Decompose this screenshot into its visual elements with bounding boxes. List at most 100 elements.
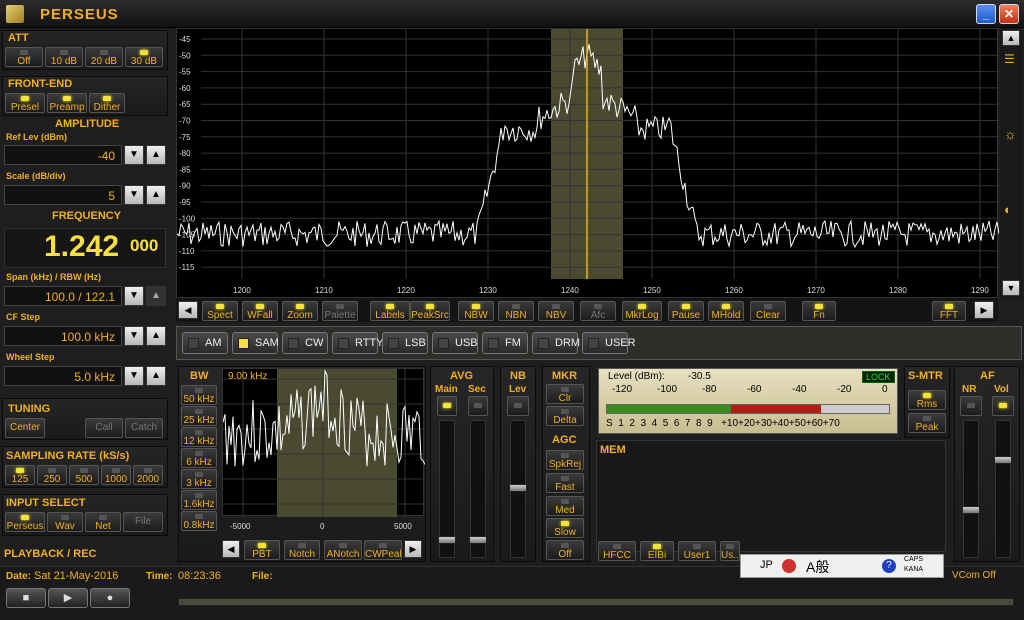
vol-slider[interactable] [995, 420, 1011, 558]
playback-progress-bar[interactable] [178, 598, 1014, 606]
ime-lang[interactable]: JP [760, 559, 773, 571]
spectrum-display[interactable]: -45 -50 -55 -60 -65 -70 -75 -80 -85 -90 -95 -100 -10… [176, 28, 1000, 299]
span-up-button[interactable]: ▲ [146, 286, 166, 306]
agc-slow-button[interactable]: Slow [546, 518, 584, 538]
input-file-button[interactable]: File [123, 512, 163, 532]
input-wav-button[interactable]: Wav [47, 512, 83, 532]
waterfall-contrast-icon[interactable]: ☰ [1004, 52, 1015, 66]
spectrum-mhold-button[interactable]: MHold [708, 301, 744, 321]
cwpeak-button[interactable]: CWPeak [364, 540, 402, 560]
scale-down-button[interactable]: ▼ [124, 185, 144, 205]
ime-input-icon[interactable]: A般 [806, 557, 829, 577]
presel-button[interactable]: Presel [5, 93, 45, 113]
spectrum-wfall-button[interactable]: WFall [242, 301, 278, 321]
spectrum-labels-button[interactable]: Labels [370, 301, 410, 321]
dither-button[interactable]: Dither [89, 93, 125, 113]
sr-1000-button[interactable]: 1000 [101, 465, 131, 485]
bw-50khz-button[interactable]: 50 kHz [181, 385, 217, 405]
bw-right-button[interactable]: ▶ [404, 540, 422, 558]
spectrum-mkrlog-button[interactable]: MkrLog [622, 301, 662, 321]
brightness-icon[interactable]: ☼ [1004, 126, 1017, 142]
att-10db-button[interactable]: 10 dB [45, 47, 83, 67]
bw-25khz-button[interactable]: 25 kHz [181, 406, 217, 426]
nr-knob[interactable] [962, 506, 980, 514]
notch-button[interactable]: Notch [284, 540, 320, 560]
bw-3khz-button[interactable]: 3 kHz [181, 469, 217, 489]
cf-step-field[interactable]: 100.0 kHz [4, 326, 122, 346]
spectrum-fft-button[interactable]: FFT [932, 301, 966, 321]
avg-sec-knob[interactable] [469, 536, 487, 544]
vol-toggle[interactable] [992, 396, 1014, 416]
center-button[interactable]: Center [5, 418, 45, 438]
spectrum-plot[interactable]: -45-50-55-60-65-70-75-80-85-90-95-100-10… [176, 29, 1000, 299]
mode-lsb-button[interactable]: LSB [382, 332, 428, 354]
smtr-peak-button[interactable]: Peak [908, 413, 946, 433]
agc-spkrej-button[interactable]: SpkRej [546, 450, 584, 470]
anotch-button[interactable]: ANotch [324, 540, 362, 560]
play-button[interactable]: ▶ [48, 588, 88, 608]
agc-off-button[interactable]: Off [546, 540, 584, 560]
span-down-button[interactable]: ▼ [124, 286, 144, 306]
spectrum-spect-button[interactable]: Spect [202, 301, 238, 321]
mem-hfcc-button[interactable]: HFCC [598, 541, 636, 561]
sr-2000-button[interactable]: 2000 [133, 465, 163, 485]
vol-knob[interactable] [994, 456, 1012, 464]
minimize-button[interactable]: _ [976, 4, 996, 24]
spectrum-nbv-button[interactable]: NBV [538, 301, 574, 321]
ref-lev-down-button[interactable]: ▼ [124, 145, 144, 165]
bw-12khz-button[interactable]: 12 kHz [181, 427, 217, 447]
nb-level-knob[interactable] [509, 484, 527, 492]
preamp-button[interactable]: Preamp [47, 93, 87, 113]
att-30db-button[interactable]: 30 dB [125, 47, 163, 67]
spectrum-afc-button[interactable]: Afc [580, 301, 616, 321]
scroll-up-button[interactable]: ▲ [1002, 30, 1020, 46]
stop-button[interactable]: ■ [6, 588, 46, 608]
help-icon[interactable]: ? [882, 559, 896, 573]
mode-am-button[interactable]: AM [182, 332, 228, 354]
spectrum-pause-button[interactable]: Pause [668, 301, 704, 321]
bw-6khz-button[interactable]: 6 kHz [181, 448, 217, 468]
bw-left-button[interactable]: ◀ [222, 540, 240, 558]
spectrum-palette-button[interactable]: Palette [322, 301, 358, 321]
scale-up-button[interactable]: ▲ [146, 185, 166, 205]
scale-field[interactable]: 5 [4, 185, 122, 205]
spectrum-clear-button[interactable]: Clear [750, 301, 786, 321]
input-perseus-button[interactable]: Perseus [5, 512, 45, 532]
contrast-icon[interactable]: ◐ [1004, 202, 1012, 217]
pbt-button[interactable]: PBT [244, 540, 280, 560]
ref-lev-field[interactable]: -40 [4, 145, 122, 165]
sr-500-button[interactable]: 500 [69, 465, 99, 485]
smtr-rms-button[interactable]: Rms [908, 390, 946, 410]
mode-cw-button[interactable]: CW [282, 332, 328, 354]
mode-rtty-button[interactable]: RTTY [332, 332, 384, 354]
spectrum-zoom-button[interactable]: Zoom [282, 301, 318, 321]
mode-sam-button[interactable]: SAM [232, 332, 279, 354]
mkr-clr-button[interactable]: Clr [546, 384, 584, 404]
mem-user2-button[interactable]: Us... [720, 541, 740, 561]
agc-med-button[interactable]: Med [546, 496, 584, 516]
spectrum-fn-button[interactable]: Fn [802, 301, 836, 321]
avg-main-knob[interactable] [438, 536, 456, 544]
ref-lev-up-button[interactable]: ▲ [146, 145, 166, 165]
avg-main-toggle[interactable] [437, 396, 457, 416]
call-button[interactable]: Call [85, 418, 123, 438]
nr-slider[interactable] [963, 420, 979, 558]
bw-16khz-button[interactable]: 1.6kHz [181, 490, 217, 510]
input-net-button[interactable]: Net [85, 512, 121, 532]
mode-user-button[interactable]: USER [582, 332, 636, 354]
nr-toggle[interactable] [960, 396, 982, 416]
mem-eibi-button[interactable]: EIBi [640, 541, 674, 561]
wheel-step-up-button[interactable]: ▲ [146, 366, 166, 386]
bw-display[interactable] [222, 368, 426, 517]
nb-toggle[interactable] [507, 396, 529, 416]
mode-fm-button[interactable]: FM [482, 332, 528, 354]
mkr-delta-button[interactable]: Delta [546, 406, 584, 426]
wheel-step-field[interactable]: 5.0 kHz [4, 366, 122, 386]
spectrum-left-button[interactable]: ◀ [178, 301, 198, 319]
sr-250-button[interactable]: 250 [37, 465, 67, 485]
mode-usb-button[interactable]: USB [432, 332, 478, 354]
att-20db-button[interactable]: 20 dB [85, 47, 123, 67]
spectrum-right-button[interactable]: ▶ [974, 301, 994, 319]
mem-user1-button[interactable]: User1 [678, 541, 716, 561]
agc-fast-button[interactable]: Fast [546, 473, 584, 493]
